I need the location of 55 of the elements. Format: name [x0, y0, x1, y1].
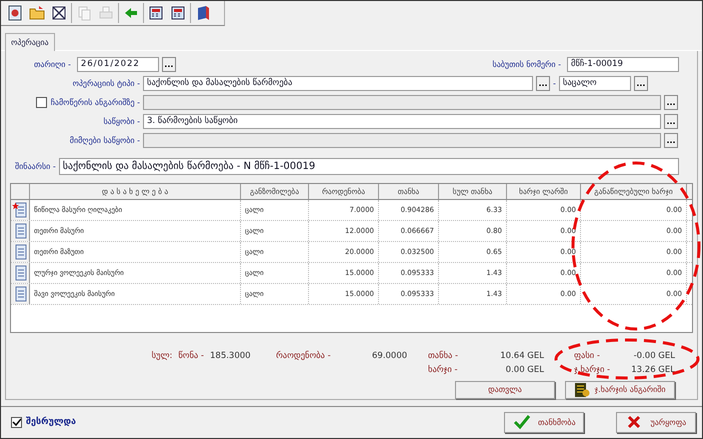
close-icon: [626, 414, 642, 430]
ok-button[interactable]: თანხმობა: [504, 412, 584, 433]
quantity-value: 69.0000: [372, 350, 408, 361]
printer-icon: [98, 4, 114, 21]
total-cost-value: 13.26 GEL: [630, 364, 675, 375]
separator-text: -: [553, 78, 556, 88]
account-field[interactable]: [143, 94, 661, 110]
field-label: საბუთის ნომერი -: [492, 60, 561, 69]
weight-value: 185.3000: [210, 350, 252, 361]
ellipsis-button[interactable]: ...: [664, 132, 678, 148]
ellipsis-button[interactable]: ...: [634, 76, 648, 91]
delete-icon: [51, 4, 67, 21]
ellipsis-button[interactable]: ...: [664, 94, 678, 110]
receiving-warehouse-field[interactable]: [143, 132, 661, 148]
checkbox-label: შესრულდა: [26, 417, 76, 428]
date-field[interactable]: 26/01/2022: [76, 56, 159, 72]
amount-value: 10.64 GEL: [499, 350, 544, 361]
calculator-icon: [148, 4, 164, 21]
ellipsis-button[interactable]: ...: [162, 56, 176, 72]
new-document-icon: [7, 4, 23, 21]
calculator-icon: [170, 4, 186, 21]
total-cost-label: ჯ.ხარჯი -: [574, 364, 612, 375]
price-value: -0.00 GEL: [632, 350, 675, 361]
field-label: ოპერაციის ტიპი -: [72, 78, 140, 88]
total-label: სულ:: [152, 350, 172, 361]
ellipsis-button[interactable]: ...: [664, 114, 678, 129]
field-label: თარიღი -: [34, 60, 71, 69]
weight-label: წონა -: [178, 350, 204, 361]
quantity-label: რაოდენობა -: [276, 350, 332, 361]
cost-label: ხარჯი -: [428, 364, 459, 375]
tab[interactable]: ოპერაცია: [5, 32, 55, 51]
warehouse-field[interactable]: 3. წარმოების საწყობი: [143, 114, 661, 129]
field-label: მიმღები საწყობი -: [68, 136, 140, 145]
field-label: საწყობი -: [102, 116, 140, 126]
document-number-field[interactable]: მწჩ-1-00019: [567, 56, 679, 72]
folder-icon: [29, 4, 45, 21]
price-label: ფასი -: [574, 350, 601, 361]
cost-button[interactable]: ჯ.ხარჯის ანგარიში: [565, 380, 675, 399]
document-icon[interactable]: [12, 202, 28, 218]
ellipsis-button[interactable]: ...: [536, 76, 550, 91]
cancel-button[interactable]: უარყოფა: [616, 412, 696, 433]
amount-label: თანხა -: [428, 350, 460, 361]
calculate-button[interactable]: დათვლა: [455, 380, 555, 399]
checkbox[interactable]: [36, 96, 47, 108]
checkbox-label: ჩამოწერის ანგარიშზე -: [50, 98, 140, 107]
operation-type-field[interactable]: საქონლის და მასალების წარმოება: [143, 76, 533, 91]
field-label: შინაარსი -: [15, 162, 56, 171]
content-field[interactable]: საქონლის და მასალების წარმოება - N მწჩ-1-00019: [58, 158, 679, 175]
checkmark-icon: [512, 414, 530, 430]
price-type-field[interactable]: საცალო: [558, 76, 631, 91]
cost-value: 0.00 GEL: [504, 364, 544, 375]
copy-icon: [76, 4, 92, 21]
book-icon: [195, 4, 211, 21]
checkbox[interactable]: [11, 416, 22, 428]
calculator-icon: [574, 382, 590, 398]
